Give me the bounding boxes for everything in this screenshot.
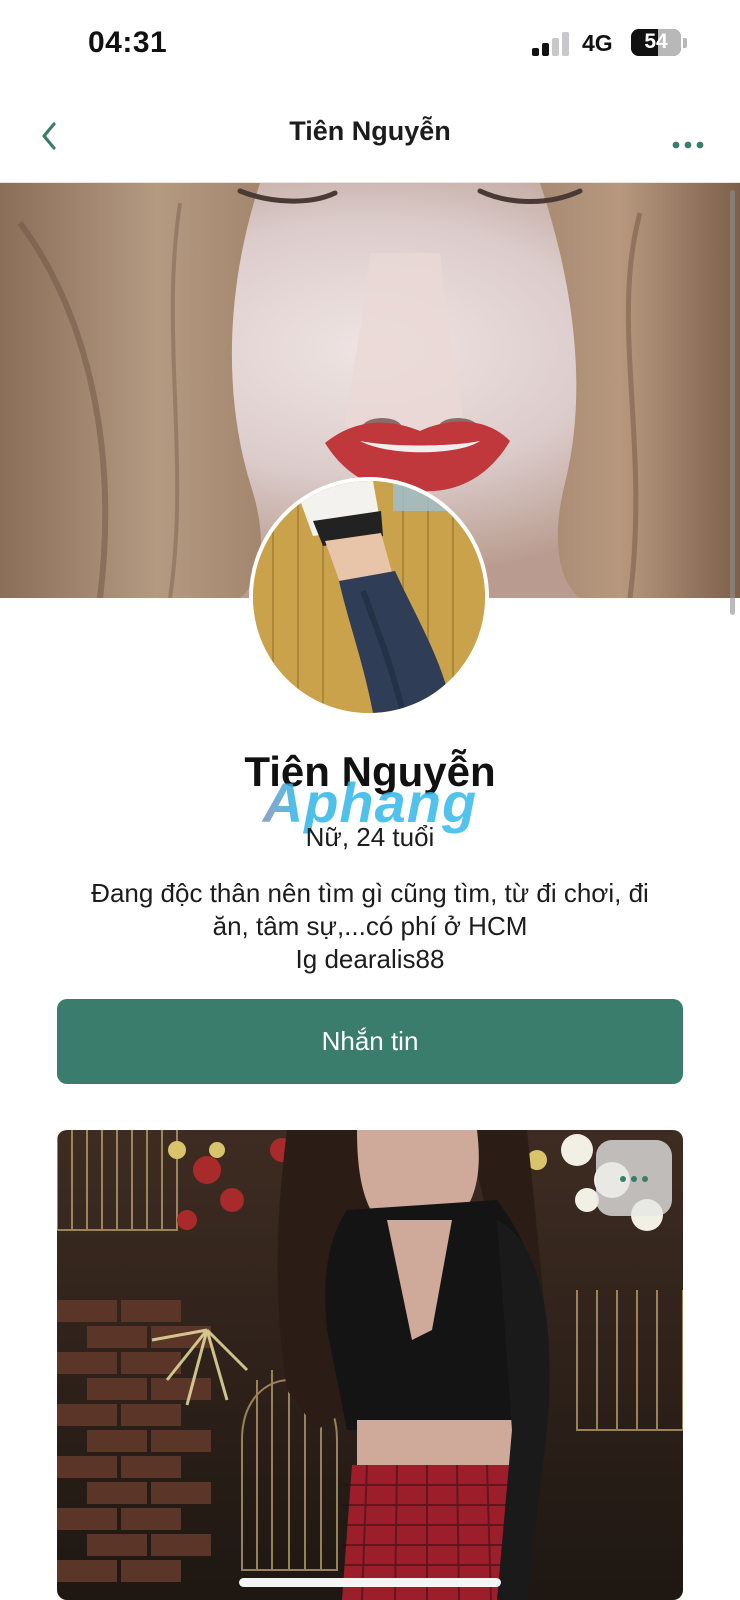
battery-cap (683, 38, 687, 48)
avatar-image (253, 481, 485, 713)
network-type: 4G (582, 30, 613, 56)
post-photo[interactable] (57, 1130, 683, 1600)
back-button[interactable] (30, 106, 90, 166)
nav-title: Tiên Nguyễn (289, 116, 451, 146)
photo-more-button[interactable] (596, 1140, 672, 1216)
home-indicator (239, 1578, 501, 1587)
ellipsis-icon (672, 141, 704, 149)
navigation-bar: Tiên Nguyễn (0, 90, 740, 183)
chevron-left-icon (42, 122, 56, 150)
bio-instagram: Ig dearalis88 (295, 944, 445, 974)
more-options-button[interactable] (660, 106, 720, 166)
scrollbar[interactable] (730, 190, 735, 615)
battery-icon: 54 (631, 29, 681, 56)
bio-line: Đang độc thân nên tìm gì cũng tìm, từ đi… (91, 878, 649, 908)
signal-icon (532, 32, 572, 56)
profile-gender-age: Nữ, 24 tuổi (305, 822, 435, 852)
message-button[interactable]: Nhắn tin (57, 999, 683, 1084)
avatar[interactable] (249, 477, 489, 717)
bio-line: ăn, tâm sự,...có phí ở HCM (212, 911, 528, 941)
battery-percent: 54 (644, 30, 668, 53)
post-photo-image (57, 1130, 683, 1600)
profile-bio: Đang độc thân nên tìm gì cũng tìm, từ đi… (60, 877, 680, 976)
status-time: 04:31 (88, 26, 168, 59)
status-bar: 04:31 4G 54 (0, 0, 740, 90)
